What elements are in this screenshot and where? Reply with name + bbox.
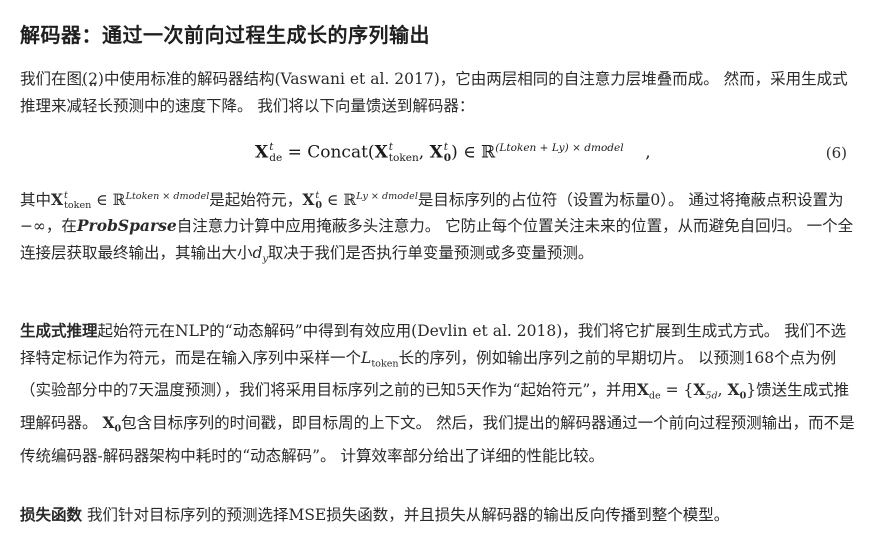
set-close: }	[746, 381, 757, 400]
x-token-sub: token	[64, 199, 92, 211]
in-real-1: ∈ ℝ	[91, 190, 126, 209]
eq-equals-concat: = Concat(	[282, 142, 375, 163]
eq-lhs-symbol: X	[255, 142, 269, 163]
paragraph-decoder-intro: 我们在图(2)中使用标准的解码器结构(Vaswani et al. 2017)，…	[20, 66, 855, 119]
eq-close-in: ) ∈	[451, 142, 482, 163]
set-comma: ,	[717, 381, 728, 400]
x-de-sub: de	[648, 390, 661, 402]
x-5d-sub: 5d	[705, 390, 718, 402]
x-de-symbol: X	[636, 380, 649, 400]
eq-real-symbol: ℝ	[481, 142, 496, 163]
eq-dimension: (Ltoken + Ly) × dmodel	[495, 142, 624, 154]
paragraph-loss-function: 损失函数 我们针对目标序列的预测选择MSE损失函数，并且损失从解码器的输出反向传…	[20, 502, 855, 529]
eq-lhs-scripts: t de	[269, 142, 282, 163]
equation-number: (6)	[825, 144, 847, 162]
x-0-symbol: X	[727, 380, 740, 400]
figure-reference-link[interactable]: (2)	[82, 70, 104, 88]
paragraph-decoder-details: 其中X t token ∈ ℝLtoken × dmodel是起始符元，X t 0 ∈ …	[20, 184, 855, 273]
p2-text-5: 取决于我们是否执行单变量预测或多变量预测。	[267, 243, 594, 262]
in-real-2: ∈ ℝ	[322, 190, 357, 209]
d-y-symbol: d	[252, 243, 263, 262]
x-0b-symbol: X	[102, 413, 115, 433]
p2-text-2: 是起始符元，	[209, 190, 303, 209]
p2-text-1: 其中	[20, 190, 52, 209]
paragraph-generative-inference: 生成式推理起始符元在NLP的“动态解码”中得到有效应用(Devlin et al…	[20, 318, 855, 470]
set-open: = {	[660, 381, 694, 400]
p1-text-b: 中使用标准的解码器结构(Vaswani et al. 2017)，它由两层相同的…	[20, 70, 848, 115]
paper-page: 解码器：通过一次前向过程生成长的序列输出 我们在图(2)中使用标准的解码器结构(…	[0, 0, 871, 543]
l-token-sub: token	[371, 357, 399, 369]
x-5d-symbol: X	[693, 380, 706, 400]
p4-text: 我们针对目标序列的预测选择MSE损失函数，并且损失从解码器的输出反向传播到整个模…	[82, 506, 730, 524]
eq-token-sub: token	[388, 151, 419, 164]
p3-text-4: 包含目标序列的时间戳，即目标周的上下文。 然后，我们提出的解码器通过一个前向过程…	[20, 414, 855, 466]
eq-tail: ,	[623, 142, 651, 163]
p1-text-a: 我们在图	[20, 70, 83, 88]
eq-token-symbol: X	[374, 142, 388, 163]
probsparse-term: ProbSparse	[76, 216, 177, 236]
x-zero-symbol: X	[302, 189, 315, 209]
x-token-symbol: X	[51, 189, 64, 209]
generative-inference-lead: 生成式推理	[20, 322, 98, 340]
eq-zero-sub: 0	[443, 151, 452, 164]
eq-zero-symbol: X	[429, 142, 443, 163]
equation-body: Xt de = Concat(X t token, Xt 0) ∈ ℝ(Ltoken +…	[255, 142, 651, 163]
l-token-symbol: L	[361, 348, 372, 367]
equation-6: Xt de = Concat(X t token, Xt 0) ∈ ℝ(Ltoken +…	[20, 142, 855, 170]
eq-zero-scripts: t0	[444, 142, 451, 163]
eq-lhs-sub: de	[269, 151, 283, 164]
eq-comma: ,	[418, 142, 430, 163]
dim-1: Ltoken × dmodel	[125, 191, 210, 202]
dim-2: Ly × dmodel	[356, 191, 418, 202]
eq-token-scripts: t token	[389, 142, 419, 163]
x-token-scripts: t token	[64, 191, 91, 210]
section-heading: 解码器：通过一次前向过程生成长的序列输出	[20, 23, 430, 47]
loss-function-lead: 损失函数	[20, 506, 83, 524]
